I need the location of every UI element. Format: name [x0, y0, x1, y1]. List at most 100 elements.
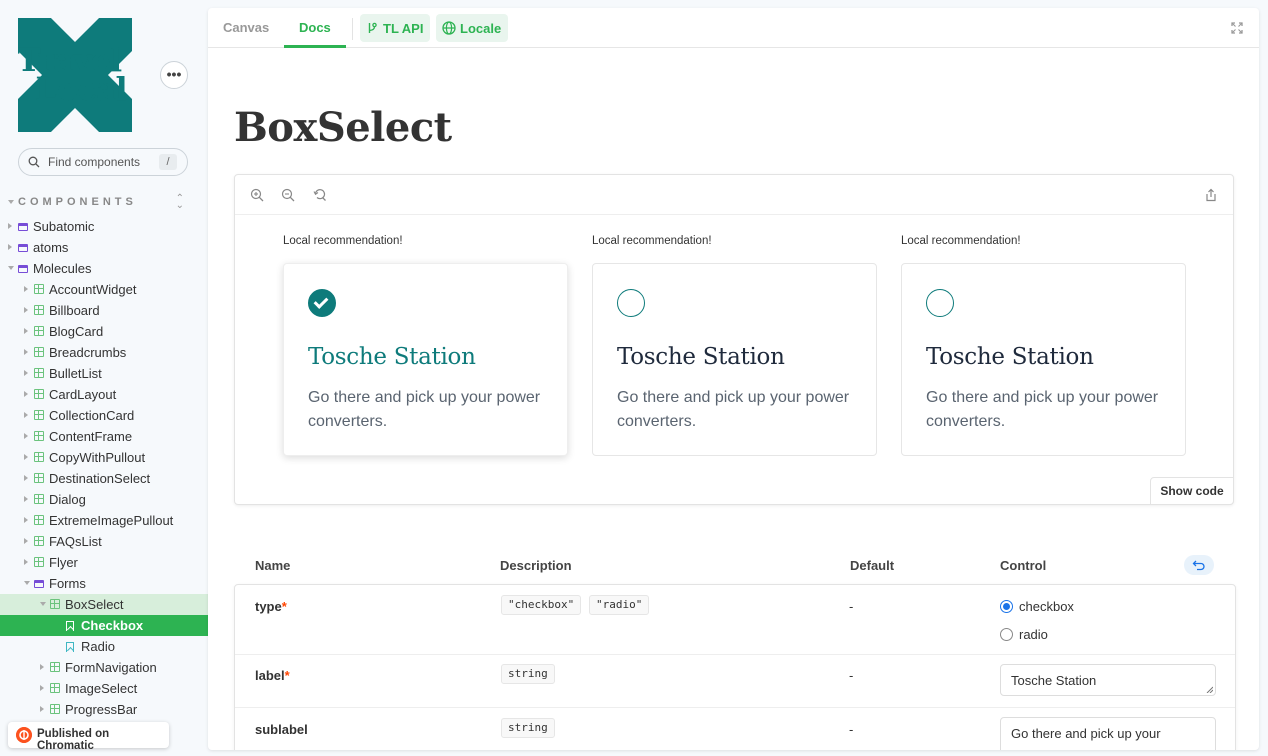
sidebar-item-boxselect[interactable]: BoxSelect [0, 594, 208, 615]
resize-handle-icon[interactable] [1206, 686, 1213, 693]
sidebar-item-atoms[interactable]: atoms [0, 237, 208, 258]
sidebar-item-breadcrumbs[interactable]: Breadcrumbs [0, 342, 208, 363]
component-icon [34, 515, 44, 525]
show-code-button[interactable]: Show code [1150, 477, 1234, 505]
sidebar-item-imageselect[interactable]: ImageSelect [0, 678, 208, 699]
component-icon [34, 557, 44, 567]
sidebar-item-bulletlist[interactable]: BulletList [0, 363, 208, 384]
sidebar-item-label: Forms [49, 576, 86, 591]
sidebar-item-subatomic[interactable]: Subatomic [0, 216, 208, 237]
sublabel-textarea[interactable]: Go there and pick up your [1000, 717, 1216, 750]
bookmark-icon [66, 621, 74, 631]
sidebar-item-flyer[interactable]: Flyer [0, 552, 208, 573]
fullscreen-icon[interactable] [1231, 22, 1243, 34]
share-icon[interactable] [1204, 188, 1218, 202]
chromatic-label: Published on Chromatic [37, 728, 110, 752]
card-title: Tosche Station [926, 344, 1094, 370]
table-row: label* string - Tosche Station [235, 655, 1235, 708]
tab-canvas[interactable]: Canvas [223, 20, 269, 35]
card-sublabel: Go there and pick up your power converte… [308, 389, 541, 430]
component-icon [50, 704, 60, 714]
sidebar-item-extremeimagepullout[interactable]: ExtremeImagePullout [0, 510, 208, 531]
zoom-out-icon[interactable] [281, 188, 295, 202]
folder-icon [18, 223, 28, 231]
travel-local-logo[interactable]: Travel Local [18, 18, 132, 132]
chevron-right-icon [24, 412, 28, 418]
tl-api-button[interactable]: TL API [360, 14, 430, 42]
radio-label: radio [1019, 627, 1048, 642]
expand-all-icon[interactable]: ⌃ ⌄ [176, 194, 184, 211]
radio-button[interactable] [1000, 628, 1013, 641]
sidebar-item-label: DestinationSelect [49, 471, 151, 486]
component-icon [34, 410, 44, 420]
component-icon [34, 389, 44, 399]
chevron-right-icon [24, 559, 28, 565]
sidebar-item-cardlayout[interactable]: CardLayout [0, 384, 208, 405]
box-select-card[interactable]: Tosche Station Go there and pick up your… [901, 263, 1186, 456]
page-title: BoxSelect [234, 104, 452, 151]
sidebar-item-progressbar[interactable]: ProgressBar [0, 699, 208, 720]
table-row: type* "checkbox" "radio" - checkbox radi… [235, 585, 1235, 655]
collapse-caret-icon [8, 200, 14, 204]
sidebar-item-label: BlogCard [49, 324, 104, 339]
card-title: Tosche Station [308, 344, 476, 370]
zoom-reset-icon[interactable] [313, 188, 327, 202]
arg-default: - [849, 722, 854, 737]
card-title: Tosche Station [617, 344, 785, 370]
locale-button[interactable]: Locale [436, 14, 508, 42]
sidebar-item-formnavigation[interactable]: FormNavigation [0, 657, 208, 678]
checked-circle-icon [308, 289, 336, 317]
chevron-right-icon [24, 286, 28, 292]
sidebar-item-label: CollectionCard [49, 408, 135, 423]
sidebar-item-forms[interactable]: Forms [0, 573, 208, 594]
column-description: Description [500, 558, 572, 573]
component-icon [50, 683, 60, 693]
chromatic-icon [16, 727, 32, 743]
sidebar-item-radio[interactable]: Radio [0, 636, 208, 657]
folder-icon [34, 580, 44, 588]
sidebar-item-contentframe[interactable]: ContentFrame [0, 426, 208, 447]
chevron-down-icon [8, 266, 14, 270]
tab-docs[interactable]: Docs [299, 20, 331, 35]
sidebar-item-blogcard[interactable]: BlogCard [0, 321, 208, 342]
component-icon [34, 431, 44, 441]
sidebar-item-label: BulletList [49, 366, 102, 381]
arg-default: - [849, 668, 854, 683]
chevron-right-icon [24, 538, 28, 544]
bookmark-icon [66, 642, 74, 652]
search-components[interactable]: Find components / [18, 148, 188, 176]
reset-controls-button[interactable] [1184, 555, 1214, 575]
type-chip: "radio" [589, 595, 650, 615]
locale-label: Locale [460, 21, 502, 36]
column-default: Default [850, 558, 895, 573]
sidebar-item-collectioncard[interactable]: CollectionCard [0, 405, 208, 426]
box-select-card-checked[interactable]: Tosche Station Go there and pick up your… [283, 263, 568, 456]
required-marker: * [284, 668, 290, 683]
box-select-card[interactable]: Tosche Station Go there and pick up your… [592, 263, 877, 456]
textarea-value: Tosche Station [1011, 673, 1097, 688]
component-icon [34, 368, 44, 378]
published-on-chromatic-badge[interactable]: Published on Chromatic [8, 722, 169, 752]
component-icon [34, 536, 44, 546]
sidebar-item-billboard[interactable]: Billboard [0, 300, 208, 321]
sidebar-item-faqslist[interactable]: FAQsList [0, 531, 208, 552]
sidebar-item-label: Flyer [49, 555, 78, 570]
components-section-header[interactable]: COMPONENTS ⌃ ⌄ [8, 194, 188, 211]
sidebar-item-accountwidget[interactable]: AccountWidget [0, 279, 208, 300]
chevron-right-icon [40, 706, 44, 712]
radio-button-selected[interactable] [1000, 600, 1013, 613]
component-icon [50, 662, 60, 672]
chevron-right-icon [40, 685, 44, 691]
card-eyebrow: Local recommendation! [592, 235, 712, 247]
sidebar-item-checkbox[interactable]: Checkbox [0, 615, 208, 636]
sidebar-item-destinationselect[interactable]: DestinationSelect [0, 468, 208, 489]
chevron-right-icon [24, 496, 28, 502]
chevron-down-icon [24, 581, 30, 585]
sidebar-item-dialog[interactable]: Dialog [0, 489, 208, 510]
more-options-button[interactable]: ••• [160, 61, 188, 89]
sidebar-item-molecules[interactable]: Molecules [0, 258, 208, 279]
label-textarea[interactable]: Tosche Station [1000, 664, 1216, 696]
sidebar-item-label: ContentFrame [49, 429, 133, 444]
sidebar-item-copywithpullout[interactable]: CopyWithPullout [0, 447, 208, 468]
zoom-in-icon[interactable] [250, 188, 264, 202]
